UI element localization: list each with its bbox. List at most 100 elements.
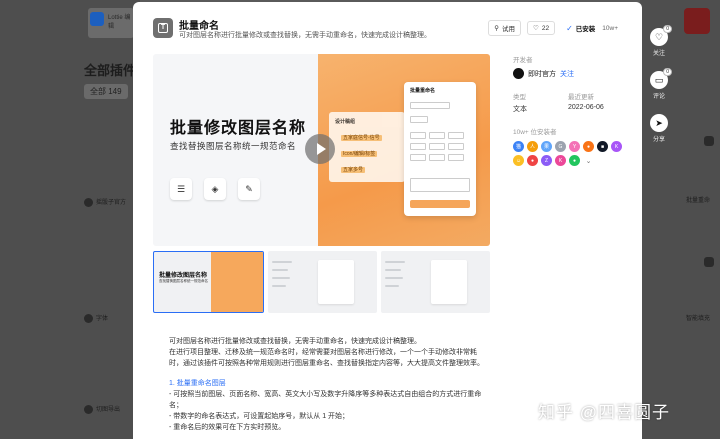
type-label: 类型 [513, 94, 526, 101]
installer-avatar[interactable]: K [611, 141, 622, 152]
follow-label: 关注 [652, 51, 665, 57]
rename-panel-title: 批量重命名 [410, 88, 436, 94]
installer-avatar[interactable]: ● [583, 141, 594, 152]
rename-chip [410, 154, 426, 161]
description-paragraph: 在进行项目整理、迁移及统一规范命名时，经常需要对图层名称进行修改，一个一个手动修… [169, 349, 477, 356]
background-right-icon [704, 136, 714, 146]
developer-avatar[interactable] [513, 68, 524, 79]
thumbnail-line [272, 269, 288, 271]
rename-field [410, 102, 450, 109]
plugin-long-description: 可对图层名称进行批量修改或查找替换，无需手动重命名，快速完成设计稿整理。 在进行… [169, 336, 499, 433]
more-installers-chevron-icon[interactable]: ⌄ [583, 155, 594, 166]
background-tab[interactable]: 全部 149 [84, 84, 128, 99]
plugin-info-panel: 开发者 即时官方 关注 类型 最近更新 文本 2022-06-06 10w+ 位… [513, 54, 623, 166]
plugin-description: 可对图层名称进行批量修改或查找替换，无需手动重命名，快速完成设计稿整理。 [179, 32, 431, 39]
like-button[interactable]: ♡ 22 [527, 21, 556, 35]
layer-row: 五家庭信号-信号 [341, 135, 382, 141]
description-paragraph: 可对图层名称进行批量修改或查找替换，无需手动重命名，快速完成设计稿整理。 [169, 338, 421, 345]
try-button[interactable]: ⚲ 试用 [488, 20, 521, 36]
installer-avatar[interactable]: ☺ [513, 155, 524, 166]
thumbnail-line [385, 277, 403, 279]
background-list-item[interactable]: 字体 [84, 313, 108, 323]
background-plugin-card[interactable]: Lottie 编辑 [88, 8, 134, 38]
thumbnail-3[interactable] [381, 251, 490, 313]
rename-chip [429, 132, 445, 139]
installer-avatar[interactable]: 人 [527, 141, 538, 152]
rename-chip [410, 143, 426, 150]
rename-preview-box [410, 178, 470, 192]
preview-title: 批量修改图层名称 [170, 120, 307, 137]
check-icon: ✓ [566, 23, 573, 33]
background-section-title: 全部插件 [84, 63, 137, 78]
heart-icon: ♡ [533, 25, 539, 32]
installed-button[interactable]: ✓ 已安装 10w+ [561, 21, 623, 35]
installer-avatar[interactable]: K [555, 155, 566, 166]
follow-button[interactable]: ♡ 0 关注 [650, 25, 672, 57]
rename-chip [410, 132, 426, 139]
background-list-item[interactable]: 切图导出 [84, 404, 120, 414]
rename-apply-button [410, 200, 470, 208]
developer-name[interactable]: 即时官方 [528, 69, 556, 79]
updated-value: 2022-06-06 [568, 104, 604, 111]
rename-chip [448, 154, 464, 161]
developer-label: 开发者 [513, 57, 533, 64]
layer-group-name: 设计稿组 [335, 119, 356, 125]
thumbnail-line [272, 277, 290, 279]
thumbnail-1[interactable]: 批量修改图层名称 查找替换图层名称统一规范命名 [153, 251, 264, 313]
installer-avatar[interactable]: G [555, 141, 566, 152]
background-right-icon [704, 257, 714, 267]
thumbnail-line [272, 285, 286, 287]
thumbnail-panel [318, 260, 354, 304]
plugin-dot-icon [84, 313, 93, 323]
plugin-logo-icon: T [153, 18, 173, 38]
rename-chip [429, 154, 445, 161]
description-bullet: - 重命名后的效果可在下方实时预览。 [169, 424, 286, 431]
side-action-bar: ♡ 0 关注 ▭ 0 评论 ➤ 分享 [650, 25, 672, 143]
thumbnail-line [385, 261, 405, 263]
type-value: 文本 [513, 106, 527, 113]
description-paragraph: 时，通过该插件可按照各种常用规则进行图层重命名、查找替换指定内容等，大大提高文件… [169, 360, 484, 367]
plugin-actions: ⚲ 试用 ♡ 22 ✓ 已安装 10w+ [488, 20, 623, 36]
installer-avatar[interactable]: ■ [597, 141, 608, 152]
rename-chip [448, 143, 464, 150]
lottie-app-icon [90, 12, 104, 26]
installer-avatar[interactable]: 果 [541, 141, 552, 152]
thumbnail-illustration [210, 252, 263, 312]
layer-row: Icon/编辑/标签 [341, 151, 378, 157]
follow-icon: ♡ 0 [650, 25, 672, 46]
main-preview-image[interactable]: 批量修改图层名称 查找替换图层名称统一规范命名 ☰ ◈ ✎ 设计稿组 五家庭信号… [153, 54, 490, 246]
plugin-header: T 批量命名 可对图层名称进行批量修改或查找替换，无需手动重命名，快速完成设计稿… [153, 16, 623, 46]
background-right-item[interactable]: 智能填充 [686, 313, 710, 322]
share-icon: ➤ [650, 114, 668, 132]
rename-chip [448, 132, 464, 139]
installer-avatar[interactable]: 猫 [513, 141, 524, 152]
installer-avatar[interactable]: Y [569, 141, 580, 152]
thumbnail-title: 批量修改图层名称 [159, 273, 208, 279]
plugin-meta: 类型 最近更新 文本 2022-06-06 [513, 91, 623, 114]
rename-panel: 批量重命名 [404, 82, 476, 216]
installer-avatar[interactable]: ● [569, 155, 580, 166]
background-list-item[interactable]: 摇骰子官方 [84, 197, 126, 207]
preview-feature-icons: ☰ ◈ ✎ [170, 178, 260, 200]
plugin-dot-icon [84, 197, 93, 207]
share-label: 分享 [652, 137, 665, 143]
preview-illustration: 设计稿组 五家庭信号-信号 Icon/编辑/标签 五家多号 批量重命名 [318, 54, 490, 246]
layer-panel: 设计稿组 五家庭信号-信号 Icon/编辑/标签 五家多号 [329, 112, 405, 182]
thumbnail-line [385, 269, 401, 271]
play-video-button[interactable] [305, 134, 335, 164]
preview-subtitle: 查找替换图层名称统一规范命名 [170, 141, 297, 151]
thumbnail-line [272, 261, 292, 263]
developer-follow-link[interactable]: 关注 [560, 69, 574, 79]
description-section-heading: 1. 批量重命名图层 [169, 380, 226, 387]
installer-avatars: 猫人果 G Y ● ■ K ☺ ● Z K ● ⌄ [513, 141, 623, 166]
thumbnail-2[interactable] [268, 251, 377, 313]
comment-button[interactable]: ▭ 0 评论 [650, 68, 672, 100]
installer-avatar[interactable]: Z [541, 155, 552, 166]
background-right-item[interactable]: 批量重命 [686, 195, 710, 204]
installer-avatar[interactable]: ● [527, 155, 538, 166]
plugin-detail-modal: T 批量命名 可对图层名称进行批量修改或查找替换，无需手动重命名，快速完成设计稿… [133, 2, 642, 439]
layers-icon: ◈ [204, 178, 226, 200]
share-button[interactable]: ➤ 分享 [650, 114, 668, 143]
list-icon: ☰ [170, 178, 192, 200]
background-right-card[interactable] [684, 8, 710, 34]
